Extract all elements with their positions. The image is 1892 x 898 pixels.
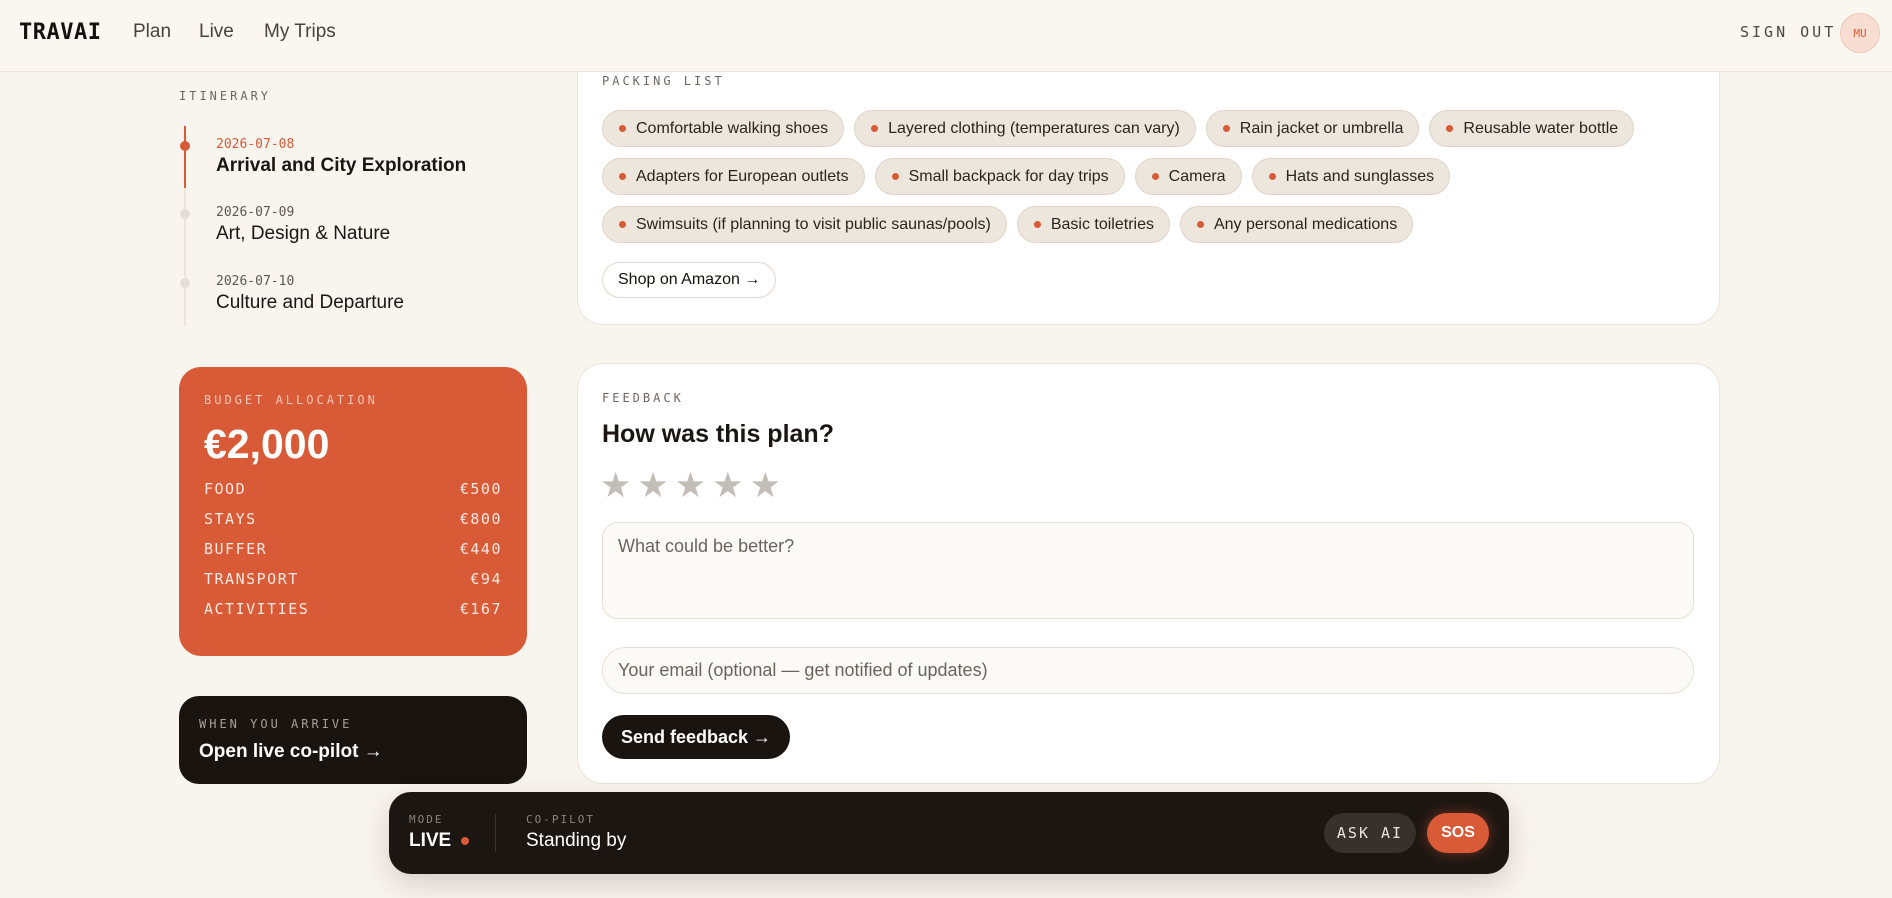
budget-item-name: TRANSPORT — [204, 570, 299, 588]
bullet-dot-icon — [1268, 173, 1276, 180]
top-navigation-bar: TRAVAI Plan Live My Trips SIGN OUT MU — [0, 0, 1892, 72]
packing-chip: Any personal medications — [1179, 206, 1414, 243]
packing-list-label: PACKING LIST — [602, 74, 725, 88]
feedback-label: FEEDBACK — [602, 391, 684, 405]
packing-chip: Comfortable walking shoes — [602, 110, 845, 147]
budget-total: €2,000 — [204, 421, 330, 467]
bullet-dot-icon — [1033, 221, 1041, 228]
live-mode-bar: MODE LIVE CO-PILOT Standing by ASK AI SO… — [389, 792, 1509, 874]
packing-chip: Layered clothing (temperatures can vary) — [854, 110, 1196, 147]
day-date: 2026-07-09 — [216, 205, 295, 220]
avatar[interactable]: MU — [1840, 13, 1880, 53]
budget-item-name: BUFFER — [204, 540, 268, 558]
budget-item-name: ACTIVITIES — [204, 600, 310, 618]
bullet-dot-icon — [871, 125, 879, 132]
budget-item-name: FOOD — [204, 480, 247, 498]
itinerary-day-3[interactable]: 2026-07-10 Culture and Departure — [216, 274, 404, 314]
timeline-dot-active — [180, 141, 190, 151]
sign-out-button[interactable]: SIGN OUT — [1740, 23, 1836, 41]
budget-item-amount: €94 — [470, 570, 502, 588]
packing-chip-label: Adapters for European outlets — [636, 167, 849, 185]
bullet-dot-icon — [1151, 173, 1159, 180]
timeline-active-indicator — [184, 126, 186, 188]
packing-chip-label: Swimsuits (if planning to visit public s… — [636, 215, 991, 233]
packing-chip-label: Any personal medications — [1213, 215, 1398, 233]
budget-item-amount: €167 — [459, 600, 502, 618]
bullet-dot-icon — [1196, 221, 1204, 228]
timeline-dot — [180, 278, 190, 288]
nav-link-plan[interactable]: Plan — [133, 21, 171, 43]
budget-row-buffer: BUFFER €440 — [204, 540, 502, 558]
packing-chip-label: Hats and sunglasses — [1285, 167, 1435, 185]
bullet-dot-icon — [619, 125, 626, 132]
shop-on-amazon-button[interactable]: Shop on Amazon → — [602, 262, 777, 298]
day-title: Arrival and City Exploration — [216, 155, 467, 176]
budget-row-stays: STAYS €800 — [204, 510, 502, 528]
bullet-dot-icon — [619, 221, 626, 228]
budget-item-amount: €800 — [459, 510, 502, 528]
open-live-copilot-link[interactable]: Open live co-pilot → — [199, 741, 507, 763]
copilot-status: Standing by — [526, 830, 627, 851]
packing-chip-list: Comfortable walking shoes Layered clothi… — [602, 110, 1712, 243]
copilot-label: CO-PILOT — [526, 813, 595, 826]
itinerary-label: ITINERARY — [179, 89, 272, 103]
divider — [495, 814, 496, 852]
itinerary-day-1[interactable]: 2026-07-08 Arrival and City Exploration — [216, 137, 466, 177]
day-title: Art, Design & Nature — [216, 223, 391, 244]
star-rating: ★ ★ ★ ★ ★ — [600, 463, 781, 509]
packing-chip-label: Comfortable walking shoes — [636, 119, 829, 137]
itinerary-day-2[interactable]: 2026-07-09 Art, Design & Nature — [216, 205, 390, 245]
packing-chip-label: Small backpack for day trips — [908, 167, 1109, 185]
packing-chip: Reusable water bottle — [1429, 110, 1635, 147]
timeline-dot — [180, 209, 190, 219]
bullet-dot-icon — [891, 173, 899, 180]
budget-row-activities: ACTIVITIES €167 — [204, 600, 502, 618]
app-logo[interactable]: TRAVAI — [19, 20, 101, 45]
nav-link-my-trips[interactable]: My Trips — [264, 21, 336, 43]
packing-chip-label: Camera — [1168, 167, 1226, 185]
bullet-dot-icon — [1222, 125, 1230, 132]
email-field[interactable] — [602, 647, 1694, 694]
bullet-dot-icon — [619, 173, 626, 180]
mode-status: LIVE — [409, 830, 470, 852]
mode-value: LIVE — [409, 830, 452, 851]
bullet-dot-icon — [1446, 125, 1454, 132]
day-date: 2026-07-10 — [216, 274, 295, 289]
budget-item-amount: €440 — [459, 540, 502, 558]
budget-row-food: FOOD €500 — [204, 480, 502, 498]
nav-link-live[interactable]: Live — [199, 21, 234, 43]
ask-ai-button[interactable]: ASK AI — [1324, 813, 1416, 853]
packing-chip: Swimsuits (if planning to visit public s… — [602, 206, 1007, 243]
packing-chip-label: Basic toiletries — [1050, 215, 1154, 233]
packing-chip-label: Rain jacket or umbrella — [1239, 119, 1404, 137]
day-date: 2026-07-08 — [216, 137, 295, 152]
packing-chip-label: Layered clothing (temperatures can vary) — [888, 119, 1180, 137]
budget-item-name: STAYS — [204, 510, 257, 528]
budget-label: BUDGET ALLOCATION — [204, 393, 378, 407]
packing-chip: Adapters for European outlets — [602, 158, 865, 195]
star-icon[interactable]: ★ — [600, 463, 631, 509]
send-feedback-button[interactable]: Send feedback → — [602, 715, 790, 759]
packing-chip: Small backpack for day trips — [874, 158, 1125, 195]
budget-item-amount: €500 — [459, 480, 502, 498]
budget-allocation-card: BUDGET ALLOCATION €2,000 FOOD €500 STAYS… — [179, 367, 527, 656]
star-icon[interactable]: ★ — [750, 463, 781, 509]
feedback-textarea[interactable] — [602, 522, 1694, 619]
budget-row-transport: TRANSPORT €94 — [204, 570, 502, 588]
mode-label: MODE — [409, 813, 444, 826]
day-title: Culture and Departure — [216, 292, 404, 313]
star-icon[interactable]: ★ — [637, 463, 668, 509]
arrive-label: WHEN YOU ARRIVE — [199, 717, 353, 731]
packing-chip: Rain jacket or umbrella — [1205, 110, 1420, 147]
sos-button[interactable]: SOS — [1427, 813, 1489, 853]
packing-chip: Camera — [1134, 158, 1242, 195]
live-indicator-icon — [461, 837, 470, 845]
packing-chip: Basic toiletries — [1016, 206, 1170, 243]
feedback-title: How was this plan? — [602, 420, 834, 448]
open-live-copilot-card[interactable]: WHEN YOU ARRIVE Open live co-pilot → — [179, 696, 527, 784]
packing-chip: Hats and sunglasses — [1251, 158, 1451, 195]
packing-chip-label: Reusable water bottle — [1463, 119, 1619, 137]
star-icon[interactable]: ★ — [675, 463, 706, 509]
star-icon[interactable]: ★ — [712, 463, 743, 509]
